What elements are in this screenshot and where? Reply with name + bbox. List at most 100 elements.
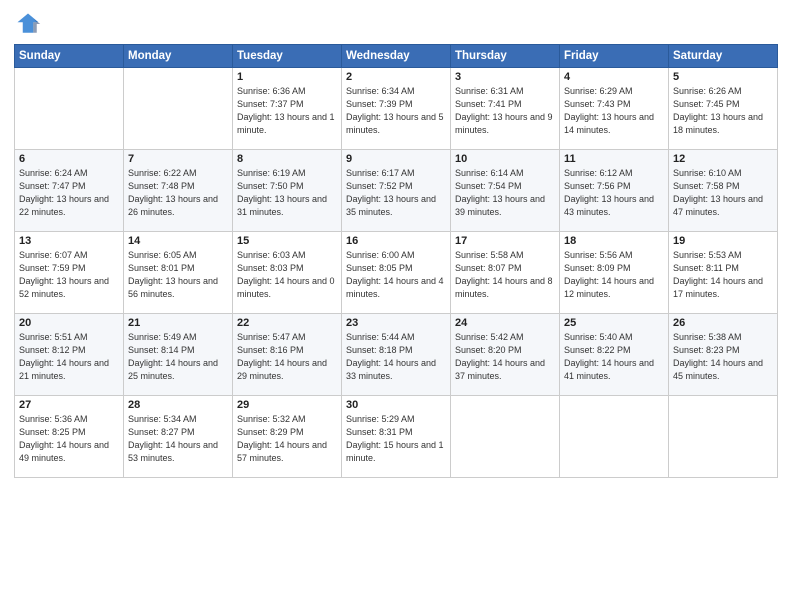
day-info: Sunrise: 5:56 AM Sunset: 8:09 PM Dayligh…: [564, 249, 664, 301]
day-of-week-header: Thursday: [451, 45, 560, 68]
day-number: 22: [237, 317, 337, 329]
day-number: 18: [564, 235, 664, 247]
calendar-cell: [560, 396, 669, 478]
calendar-cell: 21Sunrise: 5:49 AM Sunset: 8:14 PM Dayli…: [124, 314, 233, 396]
day-number: 30: [346, 399, 446, 411]
day-info: Sunrise: 5:58 AM Sunset: 8:07 PM Dayligh…: [455, 249, 555, 301]
day-of-week-header: Tuesday: [233, 45, 342, 68]
calendar-week-row: 1Sunrise: 6:36 AM Sunset: 7:37 PM Daylig…: [15, 68, 778, 150]
calendar-cell: 17 Sunrise: 5:58 AM Sunset: 8:07 PM Dayli…: [451, 232, 560, 314]
calendar-cell: 8 Sunrise: 6:19 AM Sunset: 7:50 PM Daylig…: [233, 150, 342, 232]
calendar-cell: 9 Sunrise: 6:17 AM Sunset: 7:52 PM Daylig…: [342, 150, 451, 232]
day-number: 21: [128, 317, 228, 329]
day-number: 25: [564, 317, 664, 329]
calendar-cell: [15, 68, 124, 150]
day-number: 14: [128, 235, 228, 247]
calendar-cell: 14 Sunrise: 6:05 AM Sunset: 8:01 PM Dayli…: [124, 232, 233, 314]
calendar-cell: 20 Sunrise: 5:51 AM Sunset: 8:12 PM Dayli…: [15, 314, 124, 396]
day-info: Sunrise: 6:07 AM Sunset: 7:59 PM Dayligh…: [19, 249, 119, 301]
calendar-cell: 13 Sunrise: 6:07 AM Sunset: 7:59 PM Dayli…: [15, 232, 124, 314]
day-info: Sunrise: 5:53 AM Sunset: 8:11 PM Dayligh…: [673, 249, 773, 301]
calendar-header-row: SundayMondayTuesdayWednesdayThursdayFrid…: [15, 45, 778, 68]
day-info: Sunrise: 6:26 AM Sunset: 7:45 PM Dayligh…: [673, 85, 773, 137]
page: SundayMondayTuesdayWednesdayThursdayFrid…: [0, 0, 792, 612]
calendar-cell: 18 Sunrise: 5:56 AM Sunset: 8:09 PM Dayli…: [560, 232, 669, 314]
logo: [14, 10, 46, 38]
calendar-cell: 16 Sunrise: 6:00 AM Sunset: 8:05 PM Dayli…: [342, 232, 451, 314]
day-info: Sunrise: 5:51 AM Sunset: 8:12 PM Dayligh…: [19, 331, 119, 383]
day-info: Sunrise: 5:38 AM Sunset: 8:23 PM Dayligh…: [673, 331, 773, 383]
day-of-week-header: Sunday: [15, 45, 124, 68]
day-number: 9: [346, 153, 446, 165]
calendar-cell: 23Sunrise: 5:44 AM Sunset: 8:18 PM Dayli…: [342, 314, 451, 396]
day-number: 20: [19, 317, 119, 329]
day-of-week-header: Friday: [560, 45, 669, 68]
day-of-week-header: Monday: [124, 45, 233, 68]
logo-icon: [14, 10, 42, 38]
day-number: 15: [237, 235, 337, 247]
day-info: Sunrise: 6:19 AM Sunset: 7:50 PM Dayligh…: [237, 167, 337, 219]
day-number: 16: [346, 235, 446, 247]
calendar-cell: 11 Sunrise: 6:12 AM Sunset: 7:56 PM Dayli…: [560, 150, 669, 232]
calendar-cell: [124, 68, 233, 150]
calendar-cell: 10 Sunrise: 6:14 AM Sunset: 7:54 PM Dayli…: [451, 150, 560, 232]
calendar-week-row: 6Sunrise: 6:24 AM Sunset: 7:47 PM Daylig…: [15, 150, 778, 232]
day-info: Sunrise: 5:36 AM Sunset: 8:25 PM Dayligh…: [19, 413, 119, 465]
day-of-week-header: Saturday: [669, 45, 778, 68]
day-number: 4: [564, 71, 664, 83]
calendar-cell: 7 Sunrise: 6:22 AM Sunset: 7:48 PM Daylig…: [124, 150, 233, 232]
calendar-cell: 4Sunrise: 6:29 AM Sunset: 7:43 PM Daylig…: [560, 68, 669, 150]
calendar-cell: 24 Sunrise: 5:42 AM Sunset: 8:20 PM Dayli…: [451, 314, 560, 396]
calendar-cell: 26 Sunrise: 5:38 AM Sunset: 8:23 PM Dayli…: [669, 314, 778, 396]
calendar-cell: 19 Sunrise: 5:53 AM Sunset: 8:11 PM Dayli…: [669, 232, 778, 314]
day-number: 11: [564, 153, 664, 165]
day-info: Sunrise: 5:47 AM Sunset: 8:16 PM Dayligh…: [237, 331, 337, 383]
day-info: Sunrise: 6:12 AM Sunset: 7:56 PM Dayligh…: [564, 167, 664, 219]
day-number: 29: [237, 399, 337, 411]
calendar-cell: [669, 396, 778, 478]
calendar-cell: 30Sunrise: 5:29 AM Sunset: 8:31 PM Dayli…: [342, 396, 451, 478]
day-info: Sunrise: 6:05 AM Sunset: 8:01 PM Dayligh…: [128, 249, 228, 301]
calendar-cell: 25Sunrise: 5:40 AM Sunset: 8:22 PM Dayli…: [560, 314, 669, 396]
day-number: 8: [237, 153, 337, 165]
day-number: 24: [455, 317, 555, 329]
day-info: Sunrise: 6:22 AM Sunset: 7:48 PM Dayligh…: [128, 167, 228, 219]
day-info: Sunrise: 6:00 AM Sunset: 8:05 PM Dayligh…: [346, 249, 446, 301]
calendar-cell: 6Sunrise: 6:24 AM Sunset: 7:47 PM Daylig…: [15, 150, 124, 232]
day-info: Sunrise: 5:42 AM Sunset: 8:20 PM Dayligh…: [455, 331, 555, 383]
calendar-cell: 3Sunrise: 6:31 AM Sunset: 7:41 PM Daylig…: [451, 68, 560, 150]
day-info: Sunrise: 5:32 AM Sunset: 8:29 PM Dayligh…: [237, 413, 337, 465]
day-of-week-header: Wednesday: [342, 45, 451, 68]
day-info: Sunrise: 6:34 AM Sunset: 7:39 PM Dayligh…: [346, 85, 446, 137]
calendar-week-row: 20 Sunrise: 5:51 AM Sunset: 8:12 PM Dayli…: [15, 314, 778, 396]
calendar-cell: 29 Sunrise: 5:32 AM Sunset: 8:29 PM Dayli…: [233, 396, 342, 478]
day-info: Sunrise: 6:31 AM Sunset: 7:41 PM Dayligh…: [455, 85, 555, 137]
day-number: 7: [128, 153, 228, 165]
day-number: 17: [455, 235, 555, 247]
calendar-cell: 1Sunrise: 6:36 AM Sunset: 7:37 PM Daylig…: [233, 68, 342, 150]
day-number: 10: [455, 153, 555, 165]
calendar-cell: 27 Sunrise: 5:36 AM Sunset: 8:25 PM Dayli…: [15, 396, 124, 478]
day-number: 13: [19, 235, 119, 247]
calendar-table: SundayMondayTuesdayWednesdayThursdayFrid…: [14, 44, 778, 478]
calendar-cell: 15Sunrise: 6:03 AM Sunset: 8:03 PM Dayli…: [233, 232, 342, 314]
day-info: Sunrise: 5:34 AM Sunset: 8:27 PM Dayligh…: [128, 413, 228, 465]
day-number: 28: [128, 399, 228, 411]
calendar-cell: 5 Sunrise: 6:26 AM Sunset: 7:45 PM Daylig…: [669, 68, 778, 150]
day-info: Sunrise: 6:14 AM Sunset: 7:54 PM Dayligh…: [455, 167, 555, 219]
header: [14, 10, 778, 38]
day-info: Sunrise: 6:17 AM Sunset: 7:52 PM Dayligh…: [346, 167, 446, 219]
day-number: 5: [673, 71, 773, 83]
day-number: 27: [19, 399, 119, 411]
calendar-cell: [451, 396, 560, 478]
day-number: 26: [673, 317, 773, 329]
day-number: 6: [19, 153, 119, 165]
day-info: Sunrise: 6:36 AM Sunset: 7:37 PM Dayligh…: [237, 85, 337, 137]
day-number: 23: [346, 317, 446, 329]
calendar-week-row: 27 Sunrise: 5:36 AM Sunset: 8:25 PM Dayli…: [15, 396, 778, 478]
calendar-week-row: 13 Sunrise: 6:07 AM Sunset: 7:59 PM Dayli…: [15, 232, 778, 314]
calendar-cell: 28 Sunrise: 5:34 AM Sunset: 8:27 PM Dayli…: [124, 396, 233, 478]
day-number: 12: [673, 153, 773, 165]
day-number: 19: [673, 235, 773, 247]
day-info: Sunrise: 6:10 AM Sunset: 7:58 PM Dayligh…: [673, 167, 773, 219]
